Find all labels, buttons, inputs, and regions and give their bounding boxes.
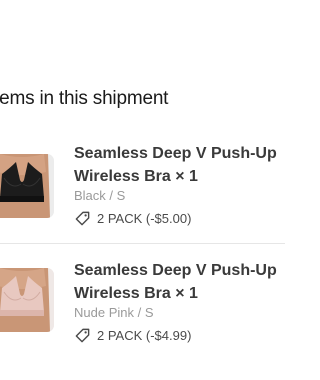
- promo-label: 2 PACK (-$4.99): [97, 327, 192, 343]
- product-name-line2: Wireless Bra × 1: [74, 285, 198, 302]
- promo-label: 2 PACK (-$5.00): [97, 210, 192, 226]
- product-name[interactable]: Seamless Deep V Push-Up Wireless Bra × 1: [74, 142, 304, 188]
- nude-pink-bra-photo: [0, 268, 54, 332]
- promo-discount: 2 PACK (-$4.99): [74, 325, 191, 345]
- product-thumbnail[interactable]: [0, 154, 54, 218]
- product-name-line1: Seamless Deep V Push-Up: [74, 262, 277, 279]
- tag-icon: [75, 328, 90, 342]
- product-variant: Nude Pink / S: [74, 305, 154, 320]
- product-name[interactable]: Seamless Deep V Push-Up Wireless Bra × 1: [74, 259, 304, 305]
- promo-discount: 2 PACK (-$5.00): [74, 208, 191, 228]
- black-bra-photo: [0, 154, 54, 218]
- product-thumbnail[interactable]: [0, 268, 54, 332]
- product-name-line1: Seamless Deep V Push-Up: [74, 145, 277, 162]
- product-name-line2: Wireless Bra × 1: [74, 168, 198, 185]
- section-title: tems in this shipment: [0, 88, 169, 109]
- tag-icon: [75, 211, 90, 225]
- item-divider: [0, 243, 285, 244]
- product-variant: Black / S: [74, 188, 126, 203]
